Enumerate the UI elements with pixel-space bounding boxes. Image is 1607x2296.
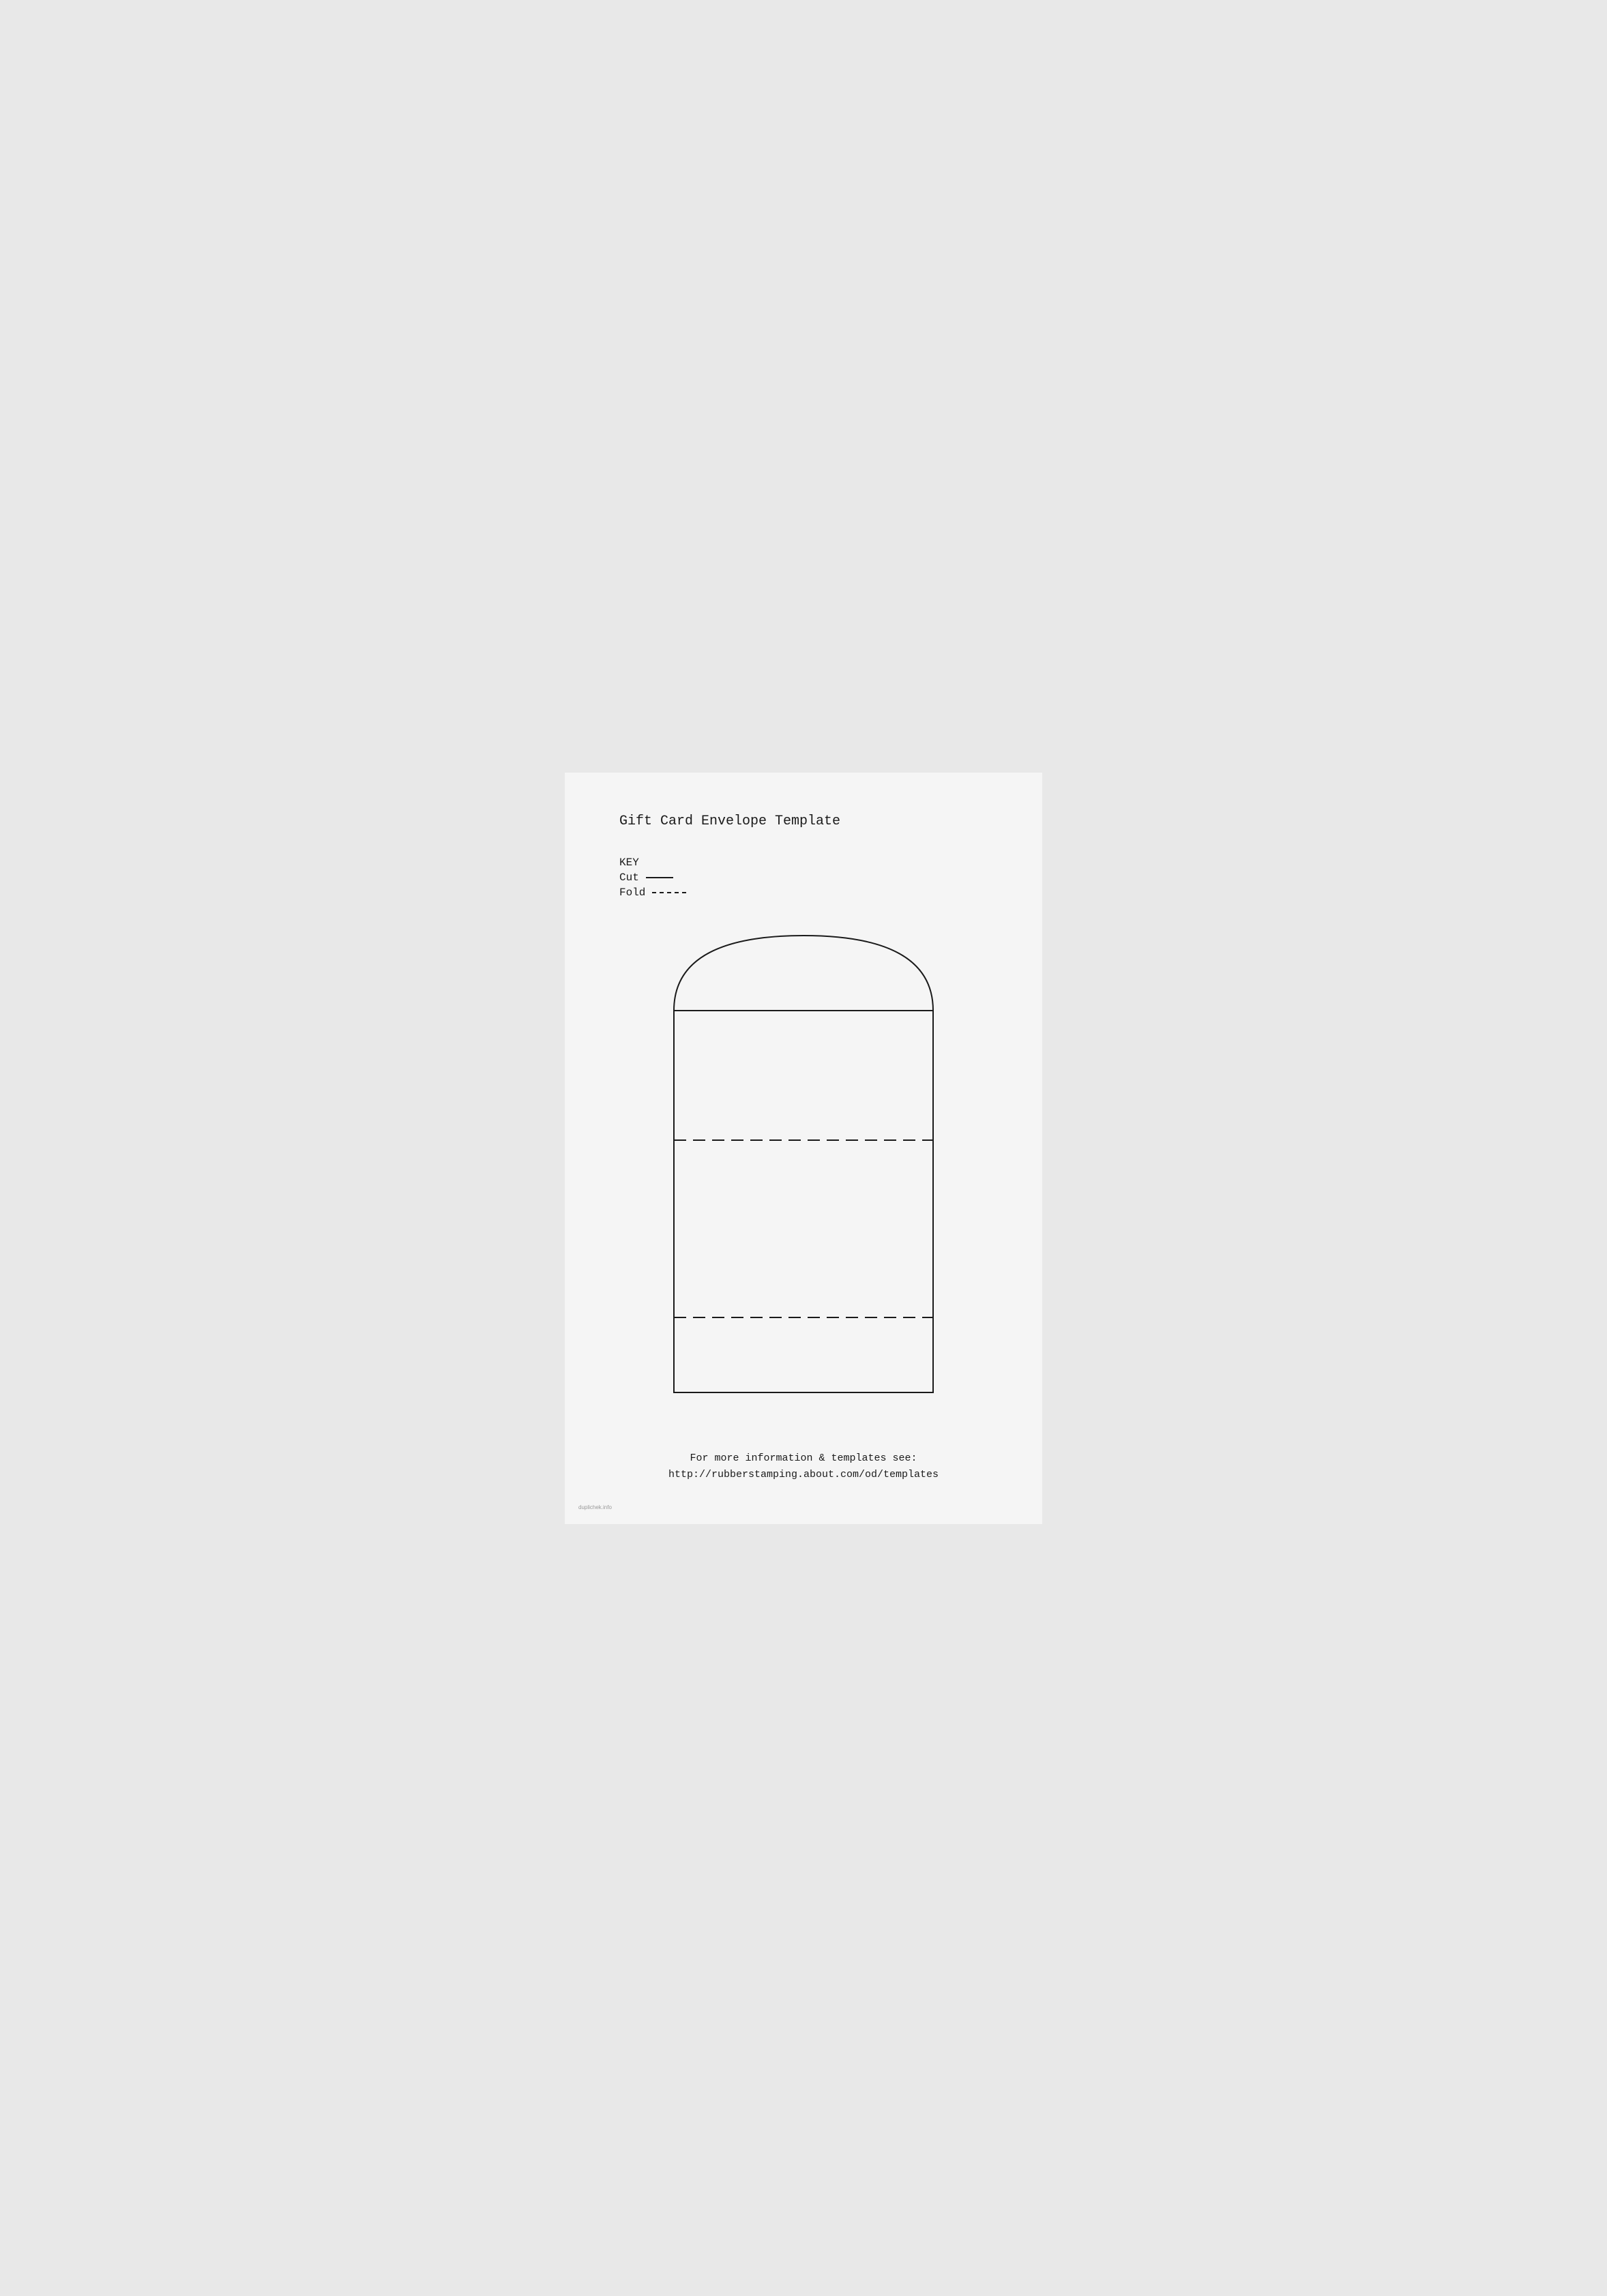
key-section: KEY Cut Fold [619, 856, 988, 901]
footer-section: For more information & templates see: ht… [619, 1450, 988, 1483]
footer-line1: For more information & templates see: [619, 1450, 988, 1467]
watermark: duplichek.info [578, 1504, 612, 1510]
key-cut-item: Cut [619, 871, 988, 884]
page: Gift Card Envelope Template KEY Cut Fold… [565, 773, 1042, 1524]
key-heading: KEY [619, 856, 988, 869]
footer-line2: http://rubberstamping.about.com/od/templ… [619, 1467, 988, 1483]
key-fold-line-icon [652, 892, 686, 893]
key-fold-label: Fold [619, 886, 645, 899]
key-cut-line-icon [646, 877, 673, 878]
envelope-diagram [633, 929, 974, 1410]
page-title: Gift Card Envelope Template [619, 814, 988, 829]
key-fold-item: Fold [619, 886, 988, 899]
envelope-svg [633, 929, 974, 1406]
key-cut-label: Cut [619, 871, 639, 884]
